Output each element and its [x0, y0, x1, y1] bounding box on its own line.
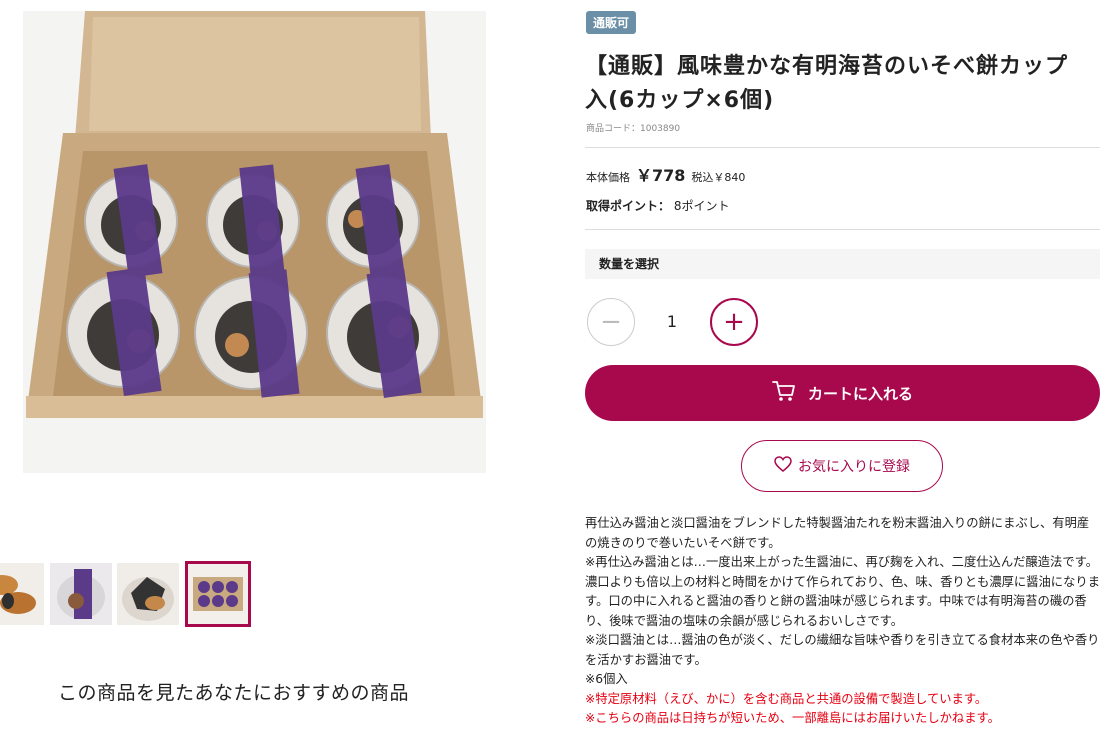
add-to-favorites-button[interactable]: お気に入りに登録 [741, 440, 943, 492]
main-product-image [23, 11, 486, 473]
price-tax-included: 税込￥840 [691, 171, 746, 184]
mail-order-badge: 通販可 [586, 11, 637, 34]
add-to-favorites-label: お気に入りに登録 [798, 459, 910, 475]
description-line: 再仕込み醤油と淡口醤油をブレンドした特製醤油たれを粉末醤油入りの餅にまぶし、有明… [585, 516, 1090, 550]
points-label: 取得ポイント： [586, 199, 671, 213]
plus-icon: + [723, 307, 745, 337]
price-value: ￥778 [636, 166, 686, 185]
divider [585, 229, 1100, 230]
add-to-cart-button[interactable]: カートに入れる [585, 365, 1100, 421]
product-code: 商品コード：1003890 [586, 124, 681, 134]
quantity-header: 数量を選択 [585, 249, 1100, 279]
thumbnail-mochi-closeup[interactable] [0, 563, 44, 625]
thumbnail-mochi-in-cup[interactable] [117, 563, 179, 625]
minus-icon: − [600, 307, 622, 337]
points-row: 取得ポイント： 8ポイント [586, 197, 729, 214]
quantity-decrease-button[interactable]: − [587, 298, 635, 346]
divider [585, 147, 1100, 148]
points-value: 8ポイント [673, 199, 730, 213]
quantity-value[interactable]: 1 [660, 312, 684, 331]
cart-icon [772, 380, 796, 406]
recommend-heading: この商品を見たあなたにおすすめの商品 [58, 682, 410, 704]
quantity-increase-button[interactable]: + [710, 298, 758, 346]
thumbnail-cup-with-label[interactable] [50, 563, 112, 625]
description-line: ※6個入 [585, 672, 628, 686]
add-to-cart-label: カートに入れる [807, 384, 913, 403]
product-description: 再仕込み醤油と淡口醤油をブレンドした特製醤油たれを粉末醤油入りの餅にまぶし、有明… [585, 514, 1100, 729]
heart-icon [774, 456, 792, 476]
thumbnail-box-top-view[interactable] [185, 561, 251, 627]
price-row: 本体価格 ￥778 税込￥840 [586, 162, 745, 186]
shipping-note: ※こちらの商品は日持ちが短いため、一部離島にはお届けいたしかねます。 [585, 711, 1000, 725]
product-title: 【通販】風味豊かな有明海苔のいそべ餅カップ入(6カップ×6個) [585, 54, 1069, 113]
description-line: ※再仕込み醤油とは…一度出来上がった生醤油に、再び麹を入れ、二度仕込んだ醸造法で… [585, 555, 1100, 628]
description-line: ※淡口醤油とは…醤油の色が淡く、だしの繊細な旨味や香りを引き立てる食材本来の色や… [585, 633, 1100, 667]
allergen-note: ※特定原材料（えび、かに）を含む商品と共通の設備で製造しています。 [585, 691, 988, 706]
price-label: 本体価格 [586, 171, 630, 184]
